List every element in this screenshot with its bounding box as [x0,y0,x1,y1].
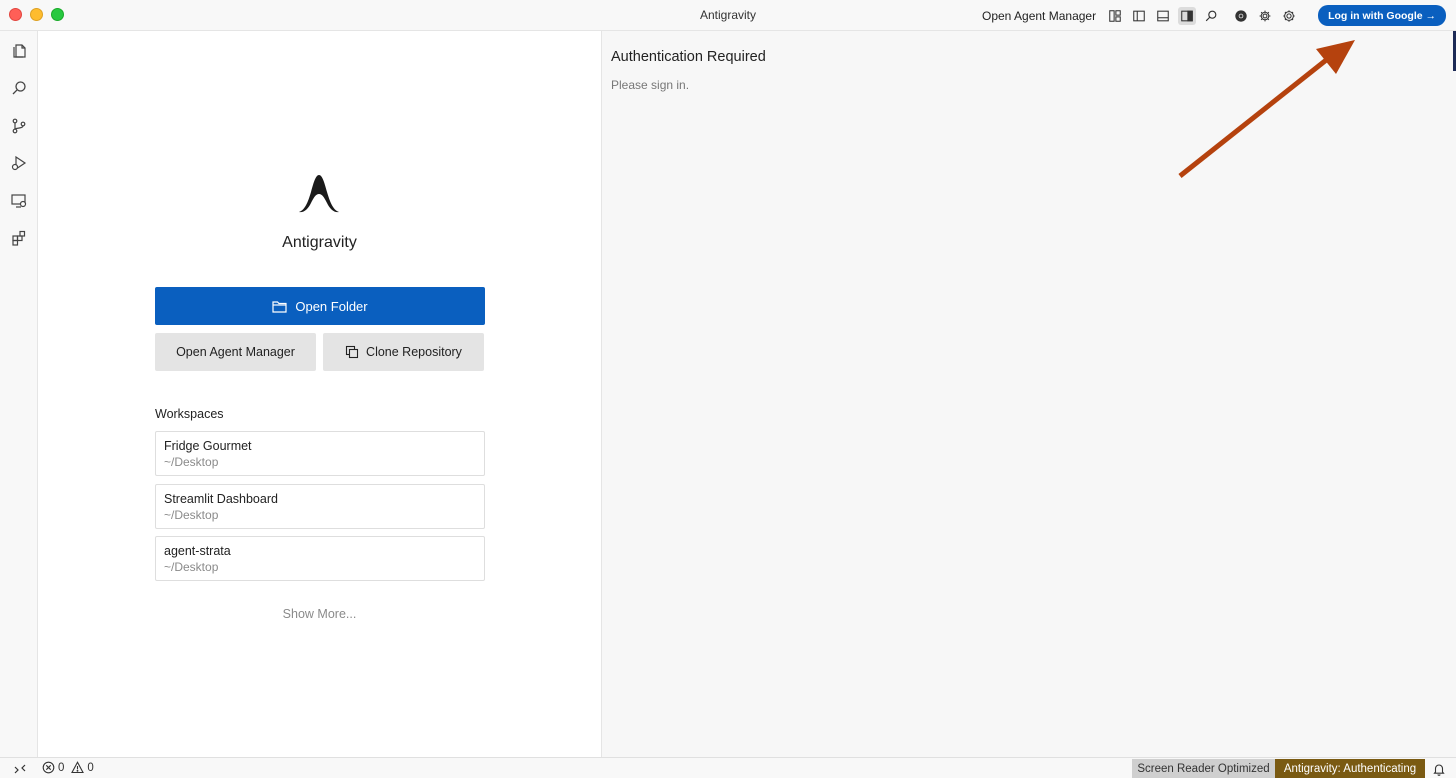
open-agent-manager-button[interactable]: Open Agent Manager [155,333,316,371]
remote-explorer-icon[interactable] [9,191,29,211]
clone-repository-button[interactable]: Clone Repository [323,333,484,371]
source-control-icon[interactable] [9,116,29,136]
workspace-name: Streamlit Dashboard [164,492,278,506]
zoom-window-button[interactable] [51,8,64,21]
workspace-item[interactable]: Streamlit Dashboard ~/Desktop [155,484,485,529]
titlebar-actions: Open Agent Manager Log in with Google → [982,4,1446,27]
antigravity-status[interactable]: Antigravity: Authenticating [1275,759,1425,778]
error-count: 0 [58,761,65,774]
activity-bar [0,31,38,757]
auth-panel: Authentication Required Please sign in. [601,31,1456,757]
welcome-page: Antigravity Open Folder Open Agent Manag… [38,31,601,757]
clone-repository-label: Clone Repository [366,345,462,359]
screen-reader-status[interactable]: Screen Reader Optimized [1132,759,1275,778]
warning-count: 0 [87,761,94,774]
workspace-item[interactable]: agent-strata ~/Desktop [155,536,485,581]
minimize-window-button[interactable] [30,8,43,21]
extensions-icon[interactable] [9,228,29,248]
login-with-google-button[interactable]: Log in with Google → [1318,5,1446,26]
workspace-path: ~/Desktop [164,560,219,574]
clone-icon [345,345,359,359]
open-agent-manager-link[interactable]: Open Agent Manager [982,9,1096,23]
close-window-button[interactable] [9,8,22,21]
status-bar: 0 0 Screen Reader Optimized Antigravity:… [0,757,1456,778]
search-icon[interactable] [9,78,29,98]
workspace-name: agent-strata [164,544,231,558]
explorer-icon[interactable] [9,40,29,60]
antigravity-logo [299,175,339,213]
open-folder-button[interactable]: Open Folder [155,287,485,325]
toggle-primary-sidebar-icon[interactable] [1130,7,1148,25]
remote-indicator-icon[interactable] [12,761,28,776]
folder-icon [272,300,287,313]
workspace-item[interactable]: Fridge Gourmet ~/Desktop [155,431,485,476]
auth-subtitle: Please sign in. [611,78,690,92]
workspace-path: ~/Desktop [164,508,219,522]
workspace-path: ~/Desktop [164,455,219,469]
workspaces-heading: Workspaces [155,407,224,421]
notifications-bell-icon[interactable] [1430,760,1448,777]
search-icon[interactable] [1202,7,1220,25]
workspace-name: Fridge Gourmet [164,439,252,453]
problems-indicator[interactable]: 0 0 [42,761,94,774]
customize-layout-icon[interactable] [1106,7,1124,25]
app-name-heading: Antigravity [282,234,357,251]
toggle-panel-icon[interactable] [1154,7,1172,25]
warning-icon [71,761,85,774]
title-bar: Antigravity Open Agent Manager Log in wi… [0,0,1456,31]
chrome-icon[interactable] [1232,7,1250,25]
open-folder-label: Open Folder [295,298,368,314]
run-debug-icon[interactable] [9,153,29,173]
auth-title: Authentication Required [611,49,766,65]
account-settings-icon[interactable] [1280,7,1298,25]
settings-gear-icon[interactable] [1256,7,1274,25]
toggle-secondary-sidebar-icon[interactable] [1178,6,1197,25]
show-more-link[interactable]: Show More... [38,607,601,621]
open-agent-manager-label: Open Agent Manager [176,345,295,359]
error-icon [42,761,55,774]
